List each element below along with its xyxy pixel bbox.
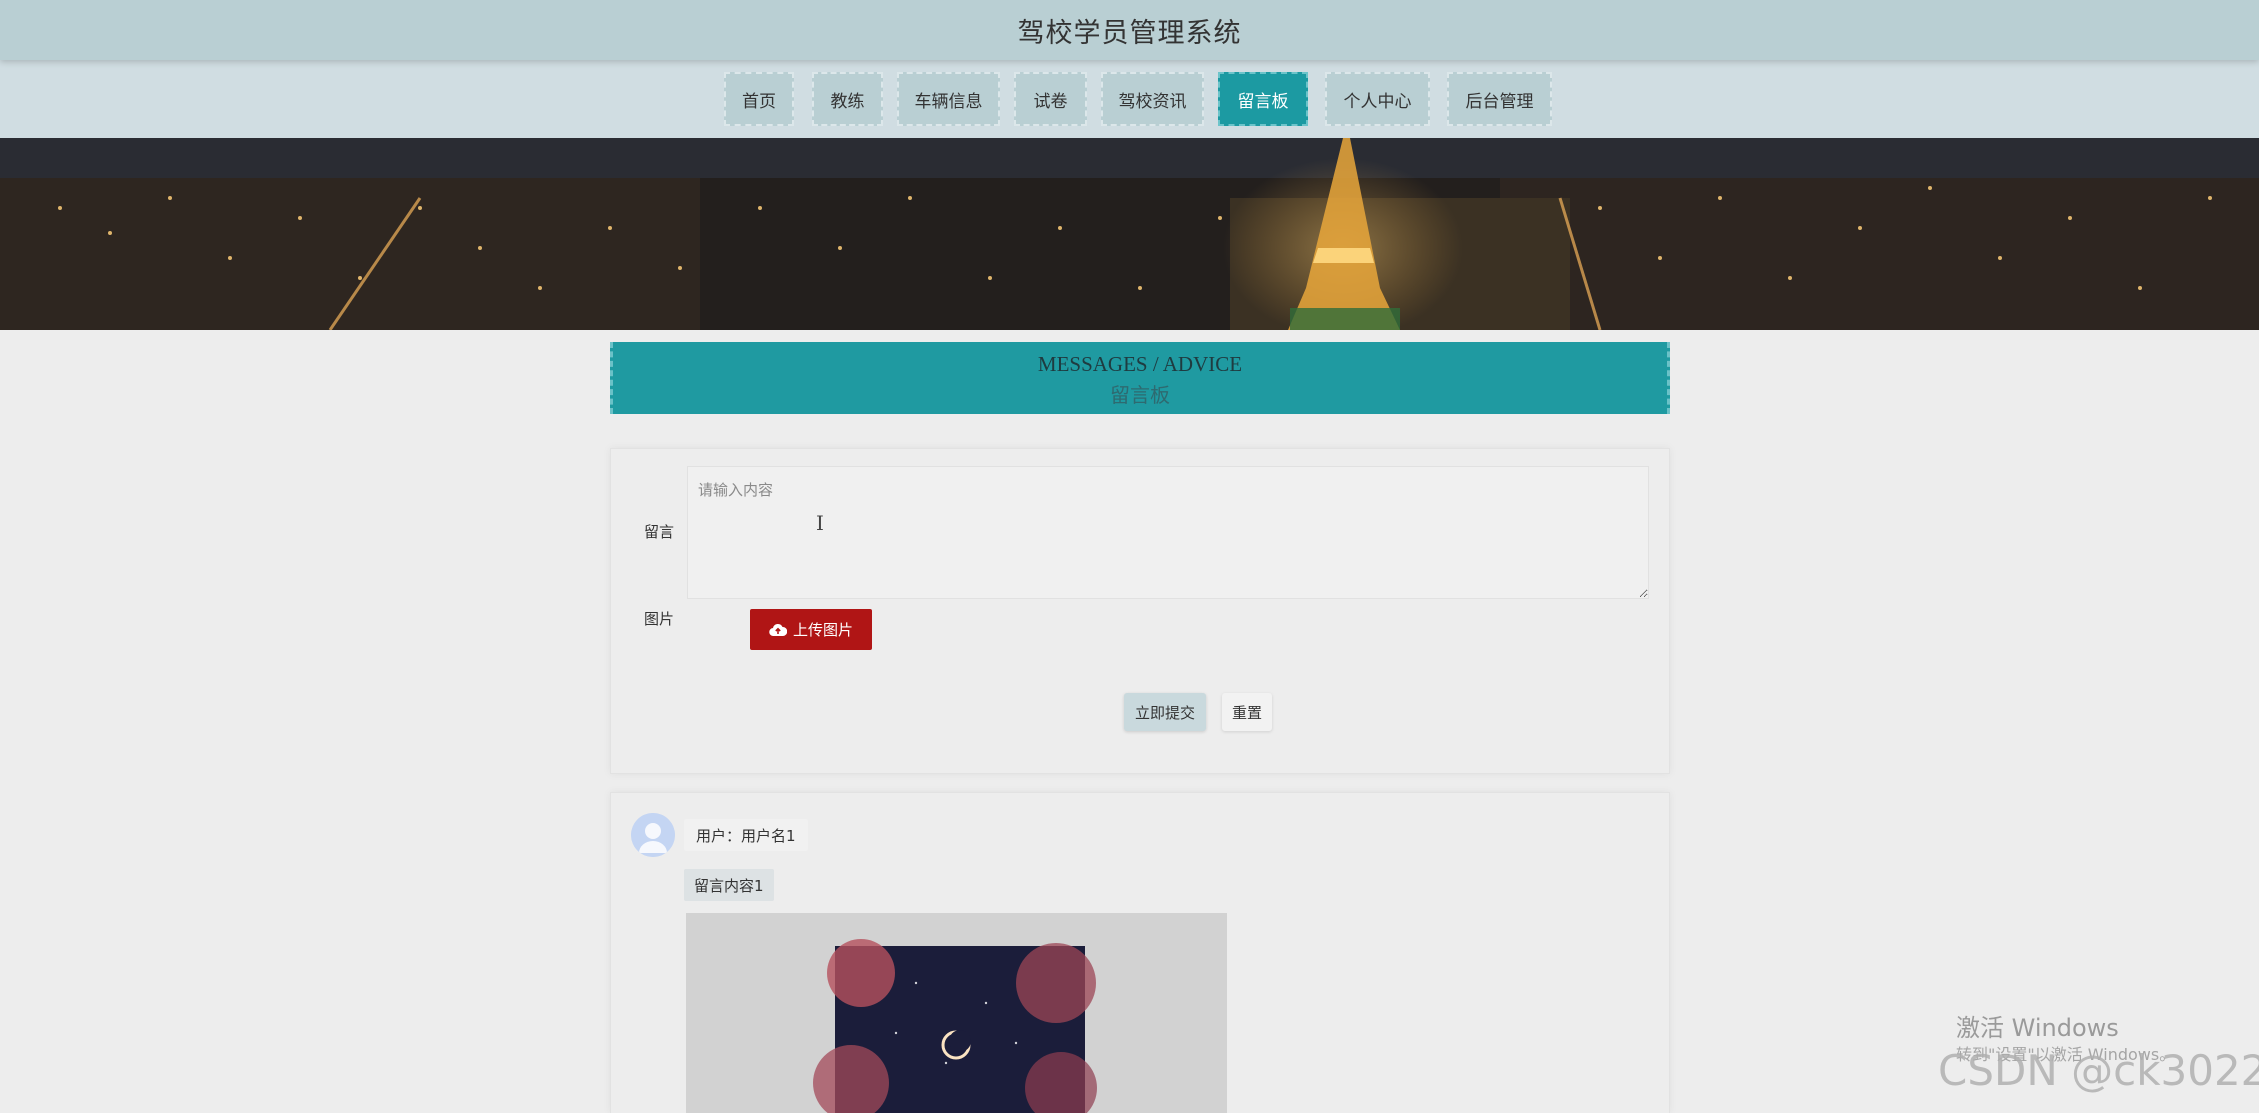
message-content: 留言内容1 bbox=[684, 869, 774, 901]
section-title-en: MESSAGES / ADVICE bbox=[1037, 352, 1243, 376]
upload-image-button[interactable]: 上传图片 bbox=[750, 609, 872, 650]
csdn-watermark: CSDN @ck3022 bbox=[1938, 1046, 2259, 1095]
app-header: 驾校学员管理系统 bbox=[0, 0, 2259, 60]
cloud-upload-icon bbox=[769, 623, 787, 636]
message-input[interactable] bbox=[687, 466, 1649, 599]
nav-item-school-news[interactable]: 驾校资讯 bbox=[1101, 72, 1204, 126]
nav-item-personal-center[interactable]: 个人中心 bbox=[1325, 72, 1430, 126]
message-user: 用户：用户名1 bbox=[684, 819, 808, 851]
image-label: 图片 bbox=[644, 610, 675, 628]
nav-item-admin[interactable]: 后台管理 bbox=[1447, 72, 1552, 126]
section-title-cn: 留言板 bbox=[1110, 385, 1170, 407]
user-avatar-icon bbox=[631, 813, 675, 857]
banner-image bbox=[0, 138, 2259, 330]
app-title: 驾校学员管理系统 bbox=[1017, 17, 1242, 49]
section-header: MESSAGES / ADVICE 留言板 bbox=[610, 342, 1670, 414]
nav-item-home[interactable]: 首页 bbox=[724, 72, 794, 126]
submit-button[interactable]: 立即提交 bbox=[1124, 693, 1206, 731]
night-sky-moon-image bbox=[686, 913, 1227, 1113]
nav-item-exam[interactable]: 试卷 bbox=[1014, 72, 1087, 126]
main-nav: 首页 教练 车辆信息 试卷 驾校资讯 留言板 个人中心 后台管理 bbox=[0, 60, 2259, 138]
reset-button[interactable]: 重置 bbox=[1222, 693, 1272, 731]
message-label: 留言 bbox=[644, 523, 675, 541]
windows-activation-title: 激活 Windows bbox=[1956, 1014, 2119, 1042]
upload-image-label: 上传图片 bbox=[792, 622, 853, 639]
nav-item-message-board[interactable]: 留言板 bbox=[1218, 72, 1308, 126]
avatar bbox=[631, 813, 675, 857]
message-image bbox=[686, 913, 1227, 1113]
nav-item-vehicle-info[interactable]: 车辆信息 bbox=[897, 72, 1000, 126]
city-night-illustration bbox=[0, 138, 2259, 330]
nav-item-coach[interactable]: 教练 bbox=[812, 72, 883, 126]
text-cursor-icon: I bbox=[816, 511, 824, 535]
